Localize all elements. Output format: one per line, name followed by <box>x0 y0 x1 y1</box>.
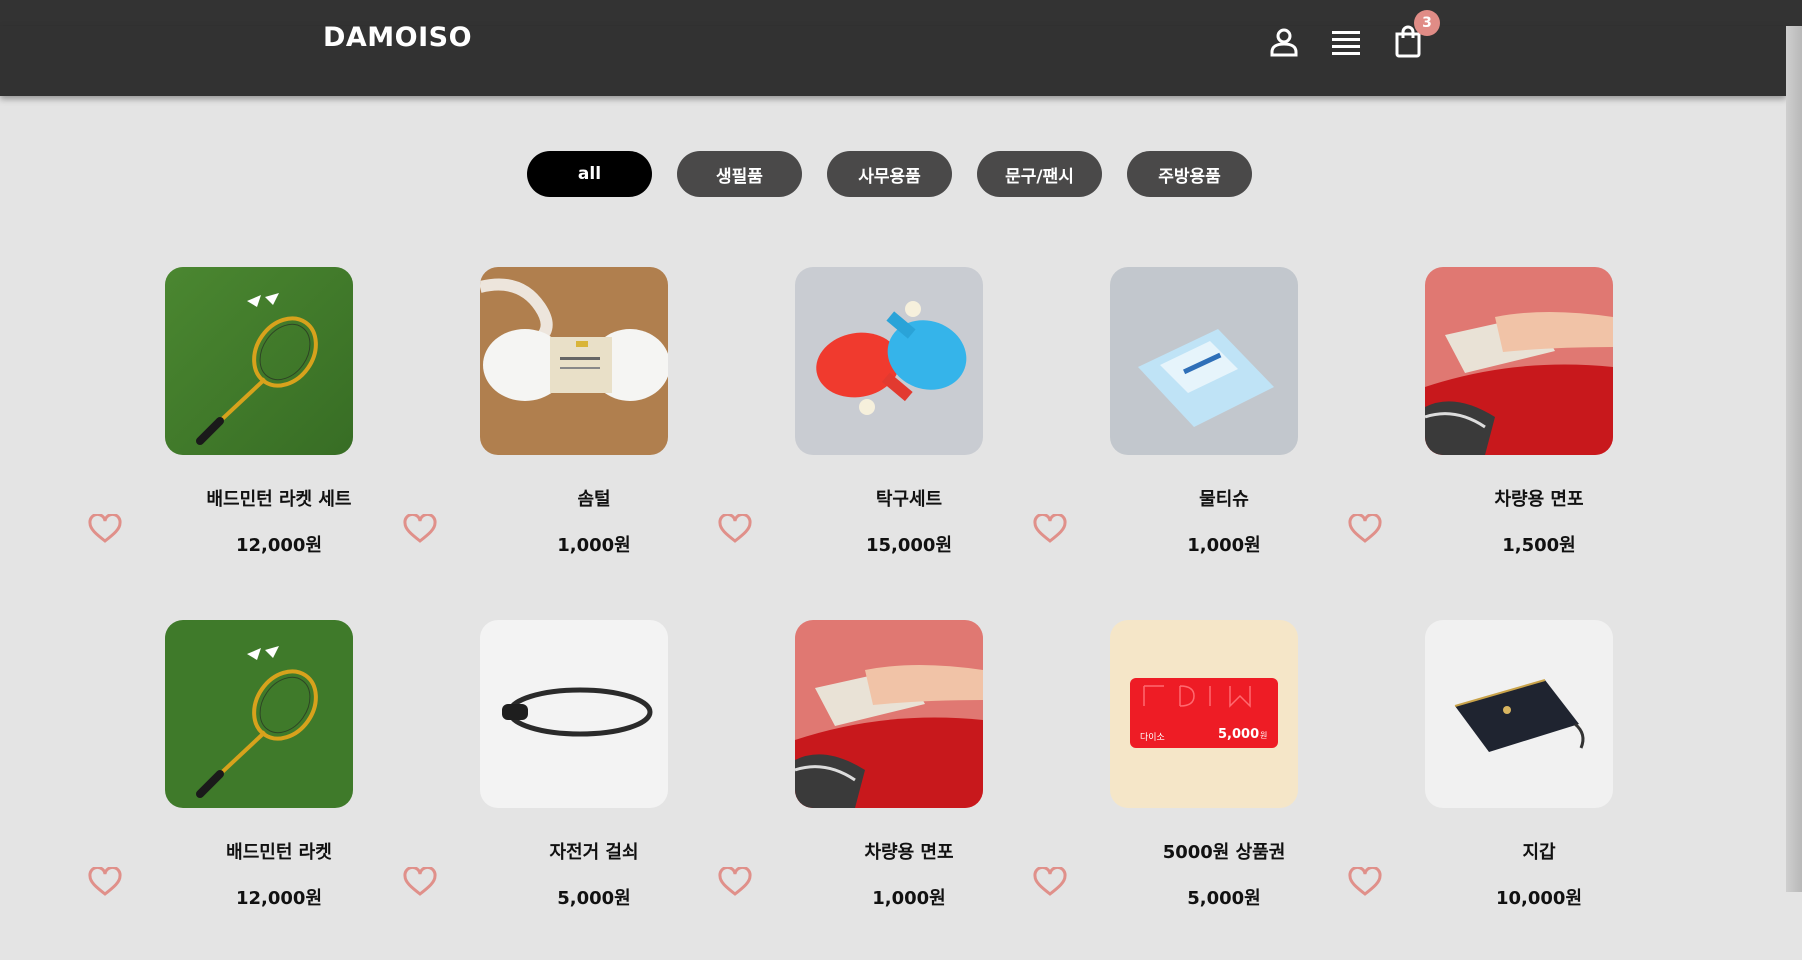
product-name[interactable]: 배드민턴 라켓 세트 <box>125 485 433 511</box>
cotton-fluff-image[interactable] <box>480 267 668 455</box>
gift-card-image[interactable]: 다이소 5,000 원 <box>1110 620 1298 808</box>
product-card[interactable]: 차량용 면포 1,000원 <box>718 620 985 960</box>
car-cloth-image[interactable] <box>1425 267 1613 455</box>
heart-icon[interactable] <box>1348 514 1382 544</box>
product-card[interactable]: 탁구세트 15,000원 <box>718 267 985 607</box>
product-card[interactable]: 다이소 5,000 원 5000원 상품권 5,000원 <box>1033 620 1300 960</box>
wet-tissue-image[interactable] <box>1110 267 1298 455</box>
product-name[interactable]: 탁구세트 <box>755 485 1063 511</box>
wallet-image[interactable] <box>1425 620 1613 808</box>
product-name[interactable]: 차량용 면포 <box>755 838 1063 864</box>
badminton-racket-image[interactable] <box>165 267 353 455</box>
product-price: 15,000원 <box>865 535 953 556</box>
product-name[interactable]: 5000원 상품권 <box>1070 838 1378 864</box>
heart-icon[interactable] <box>88 514 122 544</box>
user-icon[interactable] <box>1268 26 1300 58</box>
menu-icon[interactable] <box>1330 28 1362 56</box>
heart-icon[interactable] <box>1033 867 1067 897</box>
car-cloth-image[interactable] <box>795 620 983 808</box>
heart-icon[interactable] <box>403 514 437 544</box>
product-name[interactable]: 배드민턴 라켓 <box>125 838 433 864</box>
heart-icon[interactable] <box>718 514 752 544</box>
product-name[interactable]: 솜털 <box>440 485 748 511</box>
product-card[interactable]: 물티슈 1,000원 <box>1033 267 1300 607</box>
product-price: 12,000원 <box>235 535 323 556</box>
product-price: 1,000원 <box>872 888 946 909</box>
site-header <box>0 26 1786 96</box>
product-price: 5,000원 <box>1187 888 1261 909</box>
product-card[interactable]: 차량용 면포 1,500원 <box>1348 267 1615 607</box>
filter-kitchen-button[interactable]: 주방용품 <box>1127 151 1252 197</box>
product-name[interactable]: 자전거 걸쇠 <box>440 838 748 864</box>
ping-pong-set-image[interactable] <box>795 267 983 455</box>
product-price: 5,000원 <box>557 888 631 909</box>
window-top-strip <box>0 0 1802 26</box>
product-name[interactable]: 차량용 면포 <box>1385 485 1693 511</box>
filter-all-button[interactable]: all <box>527 151 652 197</box>
product-price: 1,000원 <box>557 535 631 556</box>
product-price: 1,500원 <box>1502 535 1576 556</box>
product-card[interactable]: 배드민턴 라켓 12,000원 <box>88 620 355 960</box>
badminton-racket-image[interactable] <box>165 620 353 808</box>
filter-daily-necessities-button[interactable]: 생필품 <box>677 151 802 197</box>
product-price: 10,000원 <box>1495 888 1583 909</box>
product-name[interactable]: 지갑 <box>1385 838 1693 864</box>
product-card[interactable]: 솜털 1,000원 <box>403 267 670 607</box>
heart-icon[interactable] <box>88 867 122 897</box>
gift-card-unit: 원 <box>1260 731 1267 740</box>
product-card[interactable]: 자전거 걸쇠 5,000원 <box>403 620 670 960</box>
heart-icon[interactable] <box>1348 867 1382 897</box>
filter-office-supplies-button[interactable]: 사무용품 <box>827 151 952 197</box>
gift-card-amount: 5,000 <box>1218 727 1259 742</box>
site-logo[interactable]: DAMOISO <box>323 22 472 53</box>
product-price: 1,000원 <box>1187 535 1261 556</box>
heart-icon[interactable] <box>1033 514 1067 544</box>
filter-stationery-button[interactable]: 문구/팬시 <box>977 151 1102 197</box>
category-filter-bar: all 생필품 사무용품 문구/팬시 주방용품 <box>527 151 1252 197</box>
heart-icon[interactable] <box>403 867 437 897</box>
scrollbar[interactable] <box>1786 26 1802 892</box>
cart-count-badge: 3 <box>1414 10 1440 36</box>
bicycle-lock-image[interactable] <box>480 620 668 808</box>
product-card[interactable]: 배드민턴 라켓 세트 12,000원 <box>88 267 355 607</box>
product-name[interactable]: 물티슈 <box>1070 485 1378 511</box>
product-card[interactable]: 지갑 10,000원 <box>1348 620 1615 960</box>
product-price: 12,000원 <box>235 888 323 909</box>
gift-card-brand: 다이소 <box>1140 732 1165 743</box>
heart-icon[interactable] <box>718 867 752 897</box>
